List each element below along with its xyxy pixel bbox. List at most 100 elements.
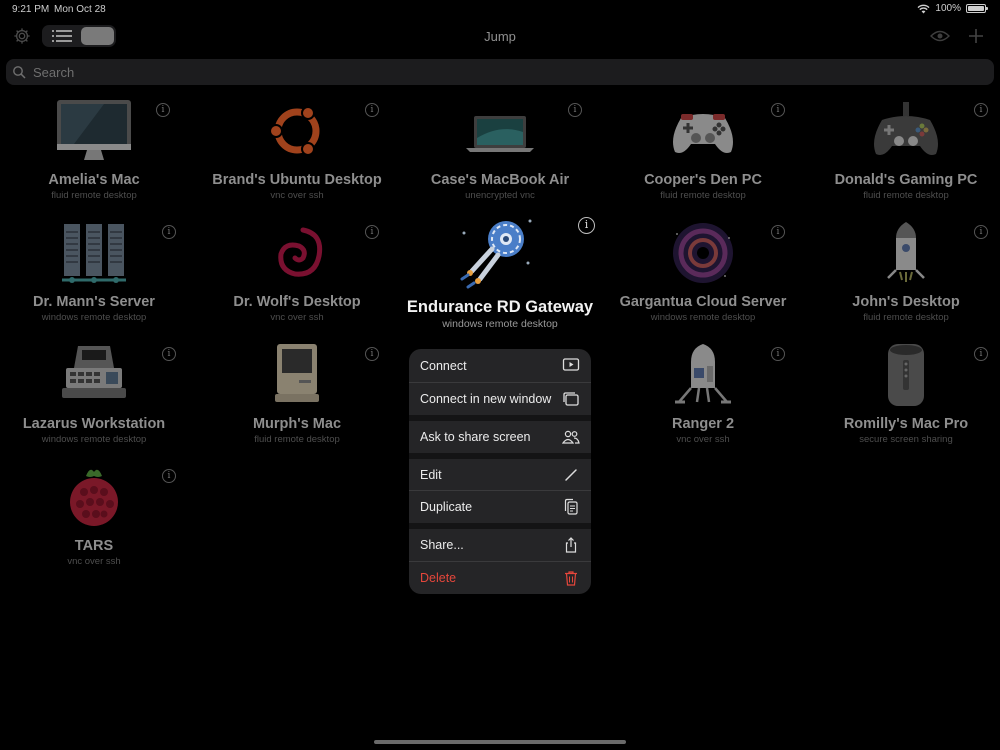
info-icon[interactable]: i: [162, 469, 176, 483]
connection-tile[interactable]: Dr. Mann's Server windows remote desktop…: [0, 220, 194, 340]
connection-type: vnc over ssh: [676, 434, 730, 445]
menu-item-connect-new-window[interactable]: Connect in new window: [409, 383, 591, 415]
connection-name: Lazarus Workstation: [22, 416, 166, 432]
menu-item-share[interactable]: Share...: [409, 529, 591, 561]
search-placeholder: Search: [33, 65, 75, 80]
menu-item-label: Edit: [420, 468, 442, 482]
info-icon[interactable]: i: [162, 347, 176, 361]
info-icon[interactable]: i: [156, 103, 170, 117]
menu-item-duplicate[interactable]: Duplicate: [409, 491, 591, 523]
connection-tile[interactable]: Lazarus Workstation windows remote deskt…: [0, 342, 194, 462]
connection-type: windows remote desktop: [41, 434, 147, 445]
connection-tile[interactable]: Ranger 2 vnc over ssh i: [603, 342, 803, 462]
battery-icon: [966, 4, 988, 13]
rocket-capsule-icon: [866, 220, 946, 286]
connection-type: fluid remote desktop: [863, 190, 949, 201]
info-icon[interactable]: i: [771, 347, 785, 361]
connection-tile[interactable]: Brand's Ubuntu Desktop vnc over ssh i: [197, 98, 397, 218]
eye-icon[interactable]: [930, 29, 950, 43]
menu-item-label: Delete: [420, 571, 457, 585]
connection-tile[interactable]: Cooper's Den PC fluid remote desktop i: [603, 98, 803, 218]
server-rack-icon: [54, 220, 134, 286]
connection-type: vnc over ssh: [270, 190, 324, 201]
info-icon[interactable]: i: [568, 103, 582, 117]
connection-tile[interactable]: Case's MacBook Air unencrypted vnc i: [400, 98, 600, 218]
windows-stack-icon: [563, 392, 579, 406]
connection-tile[interactable]: Dr. Wolf's Desktop vnc over ssh i: [197, 220, 397, 340]
info-icon[interactable]: i: [578, 217, 595, 234]
connection-type: fluid remote desktop: [254, 434, 340, 445]
connection-name: Romilly's Mac Pro: [843, 416, 969, 432]
menu-item-label: Duplicate: [420, 500, 473, 514]
status-right: 100%: [917, 3, 988, 14]
info-icon[interactable]: i: [771, 225, 785, 239]
connection-type: vnc over ssh: [67, 556, 121, 567]
vintage-mac-icon: [257, 342, 337, 408]
connection-tile[interactable]: Gargantua Cloud Server windows remote de…: [603, 220, 803, 340]
spaceship-icon: [454, 213, 540, 293]
info-icon[interactable]: i: [771, 103, 785, 117]
menu-item-edit[interactable]: Edit: [409, 459, 591, 491]
gamepad-dark-icon: [866, 98, 946, 164]
info-icon[interactable]: i: [974, 347, 988, 361]
info-icon[interactable]: i: [974, 225, 988, 239]
connection-name: John's Desktop: [852, 294, 960, 310]
mac-pro-icon: [866, 342, 946, 408]
info-icon[interactable]: i: [365, 103, 379, 117]
menu-item-ask-share-screen[interactable]: Ask to share screen: [409, 421, 591, 453]
connection-name: Murph's Mac: [252, 416, 342, 432]
debian-swirl-icon: [257, 220, 337, 286]
pencil-icon: [565, 469, 577, 481]
connection-tile[interactable]: John's Desktop fluid remote desktop i: [806, 220, 1000, 340]
connection-name: TARS: [74, 538, 114, 554]
connection-name: Endurance RD Gateway: [406, 298, 594, 316]
connection-name: Gargantua Cloud Server: [619, 294, 787, 310]
menu-item-delete[interactable]: Delete: [409, 562, 591, 594]
duplicate-icon: [564, 498, 578, 515]
gamepad-white-icon: [663, 98, 743, 164]
connection-type: windows remote desktop: [650, 312, 756, 323]
menu-item-label: Share...: [420, 538, 464, 552]
info-icon[interactable]: i: [974, 103, 988, 117]
connection-tile[interactable]: TARS vnc over ssh i: [0, 464, 194, 584]
wifi-icon: [917, 4, 930, 13]
navigation-bar: Jump: [0, 20, 1000, 54]
trash-icon: [565, 571, 577, 586]
lander-icon: [663, 342, 743, 408]
menu-item-label: Connect: [420, 359, 467, 373]
home-indicator[interactable]: [374, 740, 626, 744]
connection-tile[interactable]: Amelia's Mac fluid remote desktop i: [0, 98, 194, 218]
focused-connection-tile[interactable]: Endurance RD Gateway windows remote desk…: [398, 209, 602, 335]
search-field[interactable]: Search: [6, 59, 994, 85]
info-icon[interactable]: i: [365, 225, 379, 239]
terminal-workstation-icon: [54, 342, 134, 408]
menu-item-label: Ask to share screen: [420, 430, 531, 444]
menu-item-label: Connect in new window: [420, 392, 552, 406]
connection-type: unencrypted vnc: [465, 190, 535, 201]
menu-item-connect[interactable]: Connect: [409, 349, 591, 382]
connection-name: Case's MacBook Air: [430, 172, 570, 188]
ubuntu-logo-icon: [257, 98, 337, 164]
status-time: 9:21 PM: [12, 4, 50, 15]
info-icon[interactable]: i: [162, 225, 176, 239]
connection-name: Dr. Mann's Server: [33, 294, 155, 310]
connection-type: fluid remote desktop: [660, 190, 746, 201]
black-hole-icon: [663, 220, 743, 286]
connection-tile[interactable]: Murph's Mac fluid remote desktop i: [197, 342, 397, 462]
connection-type: fluid remote desktop: [51, 190, 137, 201]
connection-type: vnc over ssh: [270, 312, 324, 323]
info-icon[interactable]: i: [365, 347, 379, 361]
macbook-icon: [460, 98, 540, 164]
connection-tile[interactable]: Donald's Gaming PC fluid remote desktop …: [806, 98, 1000, 218]
page-title: Jump: [484, 29, 516, 44]
context-menu: Connect Connect in new window Ask to sha…: [409, 349, 591, 594]
connection-type: fluid remote desktop: [863, 312, 949, 323]
connection-name: Donald's Gaming PC: [834, 172, 978, 188]
add-icon[interactable]: [966, 26, 986, 46]
connection-name: Cooper's Den PC: [644, 172, 762, 188]
connection-type: secure screen sharing: [859, 434, 953, 445]
connection-name: Ranger 2: [671, 416, 735, 432]
connection-tile[interactable]: Romilly's Mac Pro secure screen sharing …: [806, 342, 1000, 462]
battery-percent: 100%: [935, 3, 961, 14]
connection-name: Brand's Ubuntu Desktop: [212, 172, 382, 188]
